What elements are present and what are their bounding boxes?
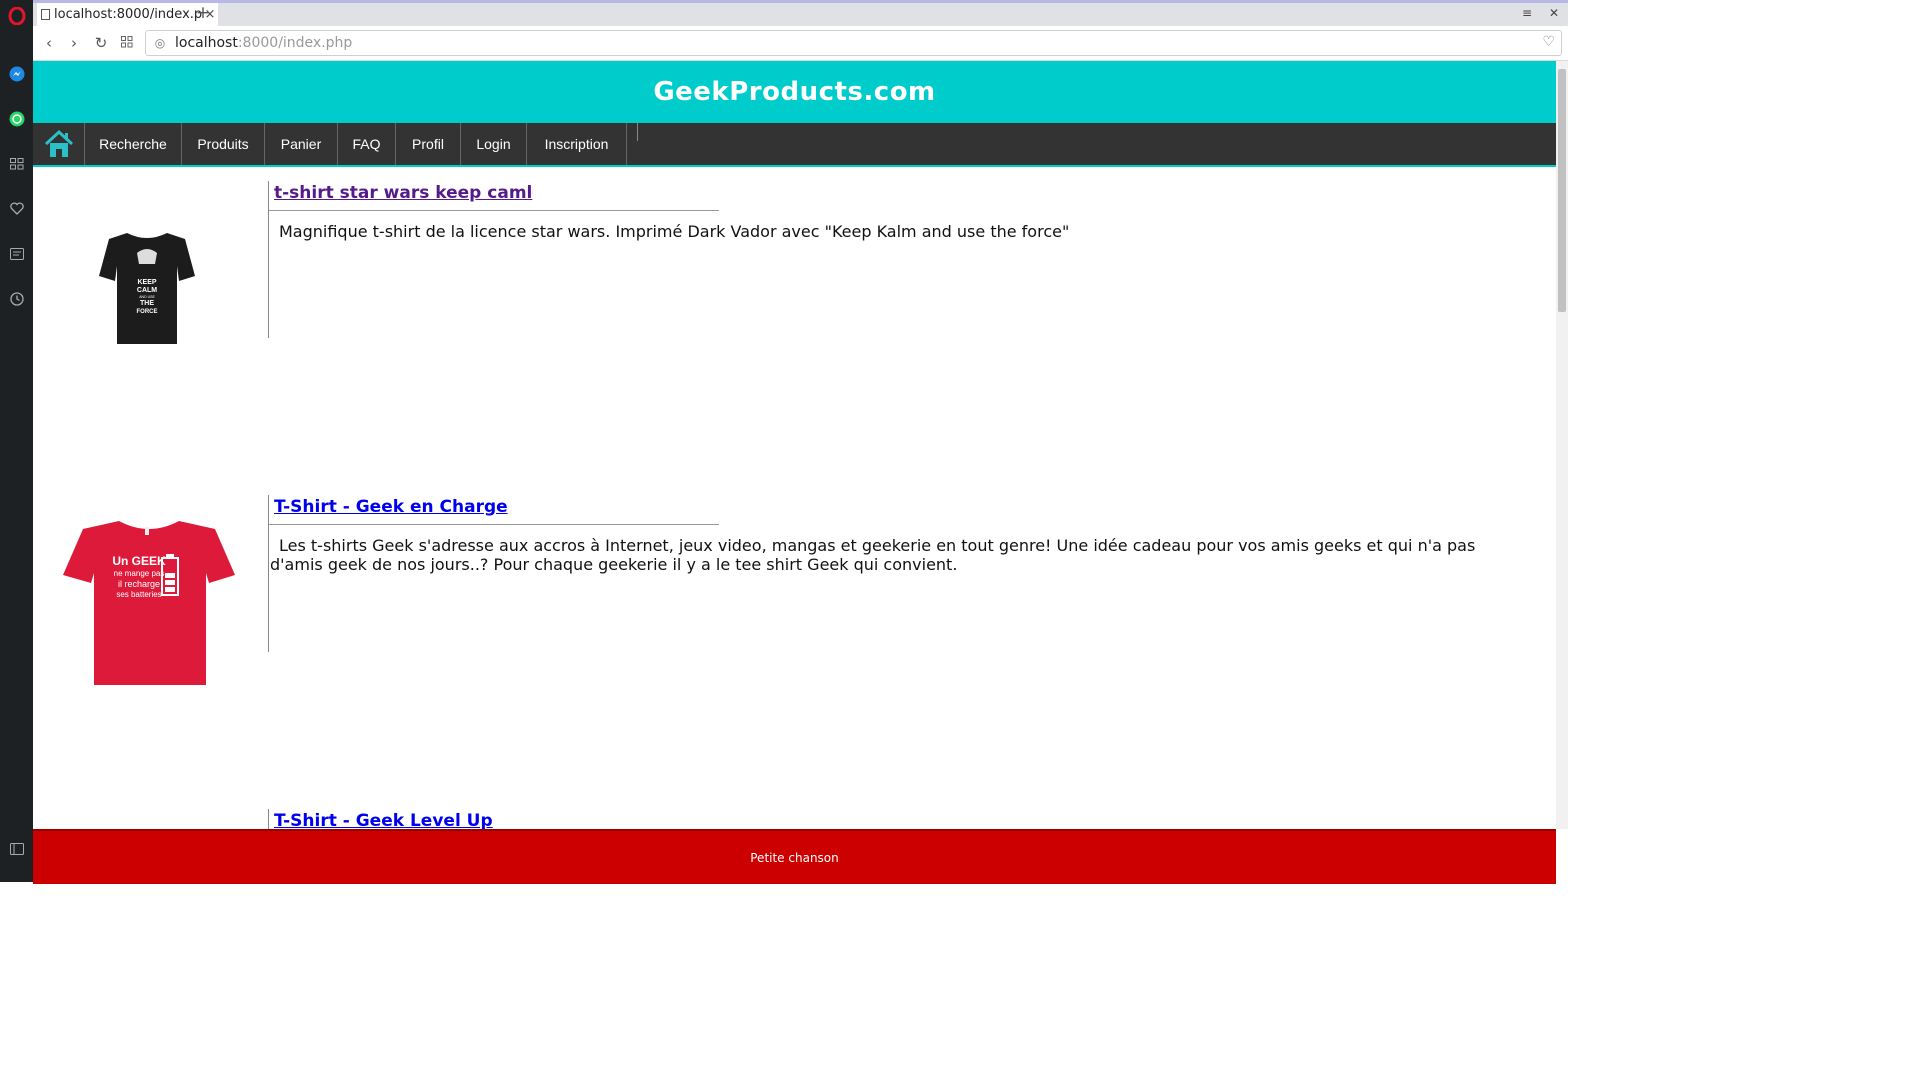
history-clock-icon[interactable] [7, 289, 26, 308]
new-tab-button[interactable]: + [193, 3, 213, 26]
main-nav: Recherche Produits Panier FAQ Profil Log… [33, 123, 1556, 167]
footer-text: Petite chanson [750, 850, 839, 865]
home-button[interactable] [33, 123, 85, 165]
site-title: GeekProducts.com [653, 77, 936, 107]
svg-text:ne mange pas: ne mange pas [114, 569, 165, 578]
product-title-rule [269, 210, 719, 211]
svg-text:il recharge: il recharge [118, 579, 160, 589]
product-title-link[interactable]: T-Shirt - Geek en Charge [274, 497, 508, 517]
url-path: :8000/index.php [237, 35, 353, 51]
product-image[interactable]: Un GEEK ne mange pas il recharge ses bat… [61, 515, 237, 691]
nav-item-login[interactable]: Login [461, 123, 527, 165]
bookmarks-heart-icon[interactable] [7, 199, 26, 218]
messenger-icon[interactable] [7, 64, 26, 83]
nav-item-recherche[interactable]: Recherche [85, 123, 182, 165]
nav-item-inscription[interactable]: Inscription [527, 123, 627, 165]
svg-text:KEEP: KEEP [137, 279, 156, 286]
product-title-rule [269, 524, 719, 525]
page-scrollbar[interactable] [1556, 61, 1568, 829]
svg-text:CALM: CALM [137, 287, 157, 294]
window-close-icon[interactable]: ✕ [1549, 6, 1559, 20]
browser-tab[interactable]: localhost:8000/index.php × [37, 3, 218, 26]
scrollbar-thumb[interactable] [1558, 69, 1566, 312]
tab-title: localhost:8000/index.php [54, 7, 202, 22]
home-icon [44, 129, 73, 157]
browser-sidebar [0, 0, 33, 882]
product-title-link[interactable]: t-shirt star wars keep caml [274, 183, 532, 203]
speed-dial-icon[interactable] [7, 154, 26, 173]
product-description: Magnifique t-shirt de la licence star wa… [279, 222, 1070, 241]
tabs-grid-icon[interactable] [117, 33, 137, 53]
nav-item-profil[interactable]: Profil [396, 123, 461, 165]
web-page: GeekProducts.com Recherche Produits Pani… [33, 61, 1556, 882]
bookmark-heart-icon[interactable]: ♡ [1542, 34, 1555, 50]
sidebar-toggle-icon[interactable] [7, 839, 26, 858]
globe-icon: ◎ [154, 36, 166, 50]
forward-icon[interactable]: › [64, 33, 84, 53]
whatsapp-icon[interactable] [7, 109, 26, 128]
svg-text:Un GEEK: Un GEEK [112, 554, 166, 568]
nav-item-produits[interactable]: Produits [182, 123, 265, 165]
product-description: Les t-shirts Geek s'adresse aux accros à… [270, 536, 1476, 574]
product-divider [268, 181, 269, 338]
svg-text:ses batteries: ses batteries [116, 590, 161, 599]
url-input[interactable]: ◎ localhost:8000/index.php ♡ [145, 30, 1562, 56]
tab-menu-icon[interactable]: ≡ [1522, 6, 1532, 20]
svg-text:THE: THE [140, 300, 154, 307]
svg-text:FORCE: FORCE [137, 309, 158, 315]
product-divider [268, 495, 269, 652]
page-icon [41, 9, 50, 20]
reload-icon[interactable]: ↻ [91, 33, 111, 53]
address-bar-row: ‹ › ↻ ◎ localhost:8000/index.php ♡ [33, 26, 1568, 61]
product-title-link[interactable]: T-Shirt - Geek Level Up [274, 811, 493, 831]
tab-bar: localhost:8000/index.php × + ≡ ✕ [33, 3, 1568, 26]
nav-item-panier[interactable]: Panier [265, 123, 338, 165]
nav-divider [627, 123, 638, 141]
nav-item-faq[interactable]: FAQ [338, 123, 396, 165]
site-header: GeekProducts.com [33, 61, 1556, 123]
site-footer: Petite chanson [33, 829, 1556, 884]
back-icon[interactable]: ‹ [39, 33, 59, 53]
url-host: localhost [175, 35, 238, 51]
opera-logo-icon[interactable] [7, 6, 26, 25]
svg-text:AND USE: AND USE [139, 295, 155, 299]
product-image[interactable]: KEEP CALM AND USE THE FORCE [97, 231, 197, 350]
news-icon[interactable] [7, 244, 26, 263]
